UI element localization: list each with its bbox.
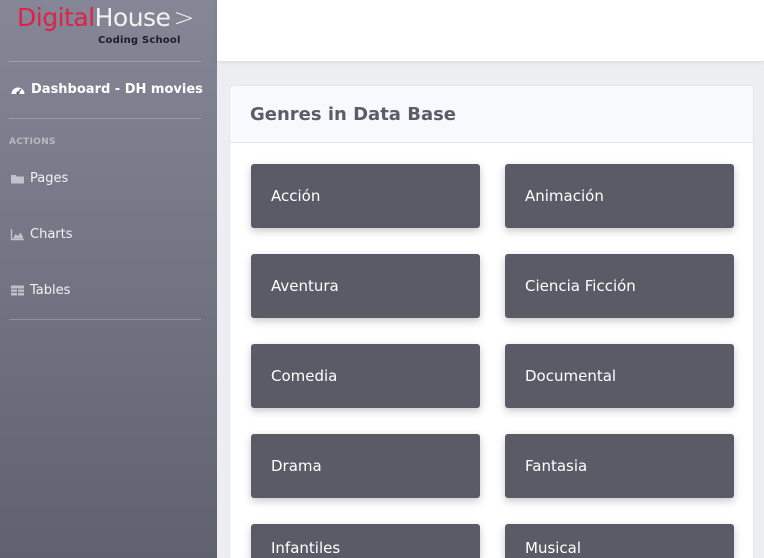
genre-tile: Drama	[251, 434, 480, 498]
sidebar-item-pages[interactable]: Pages	[10, 171, 68, 186]
sidebar-item-tables[interactable]: Tables	[10, 283, 70, 298]
genre-label: Ciencia Ficción	[525, 277, 636, 295]
sidebar-item-tables-label: Tables	[30, 283, 71, 298]
genre-tile: Infantiles	[251, 524, 480, 558]
sidebar-item-dashboard[interactable]: Dashboard - DH movies	[10, 82, 203, 97]
brand-name-house: House	[94, 3, 171, 32]
genre-label: Acción	[271, 187, 321, 205]
genre-tile: Ciencia Ficción	[505, 254, 734, 318]
sidebar-item-charts[interactable]: Charts	[10, 227, 73, 242]
dashboard-gauge-icon	[11, 87, 25, 95]
genre-label: Comedia	[271, 367, 338, 385]
brand-subtitle: Coding School	[98, 35, 181, 46]
brand-name-digital: Digital	[17, 3, 95, 32]
genre-label: Infantiles	[271, 539, 341, 557]
sidebar-item-dashboard-label: Dashboard - DH movies	[31, 82, 203, 97]
genre-tile: Animación	[505, 164, 734, 228]
brand-logo-link[interactable]: DigitalHouse > Coding School	[0, 0, 217, 62]
brand-chevron: >	[173, 3, 194, 32]
sidebar-item-pages-label: Pages	[30, 171, 69, 186]
genre-label: Musical	[525, 539, 582, 557]
sidebar-heading-actions: ACTIONS	[9, 137, 56, 147]
sidebar-item-charts-label: Charts	[30, 227, 73, 242]
genre-tile: Comedia	[251, 344, 480, 408]
genre-label: Drama	[271, 457, 322, 475]
genre-tile: Musical	[505, 524, 734, 558]
card-title: Genres in Data Base	[250, 103, 457, 125]
genre-label: Fantasia	[525, 457, 588, 475]
folder-icon	[11, 175, 24, 184]
genre-tile: Acción	[251, 164, 480, 228]
genre-label: Documental	[525, 367, 617, 385]
sidebar-divider	[9, 319, 201, 320]
sidebar-divider	[9, 118, 201, 119]
card-header: Genres in Data Base	[230, 86, 753, 143]
genre-tile: Fantasia	[505, 434, 734, 498]
table-icon	[11, 285, 24, 296]
area-chart-icon	[10, 229, 24, 241]
sidebar: DigitalHouse > Coding School Dashboard - …	[0, 0, 217, 558]
topbar	[217, 0, 764, 61]
genre-label: Aventura	[271, 277, 339, 295]
brand-logo: DigitalHouse >	[17, 2, 194, 34]
genre-tile: Aventura	[251, 254, 480, 318]
genre-tile: Documental	[505, 344, 734, 408]
genre-label: Animación	[525, 187, 604, 205]
sidebar-divider	[9, 61, 201, 62]
